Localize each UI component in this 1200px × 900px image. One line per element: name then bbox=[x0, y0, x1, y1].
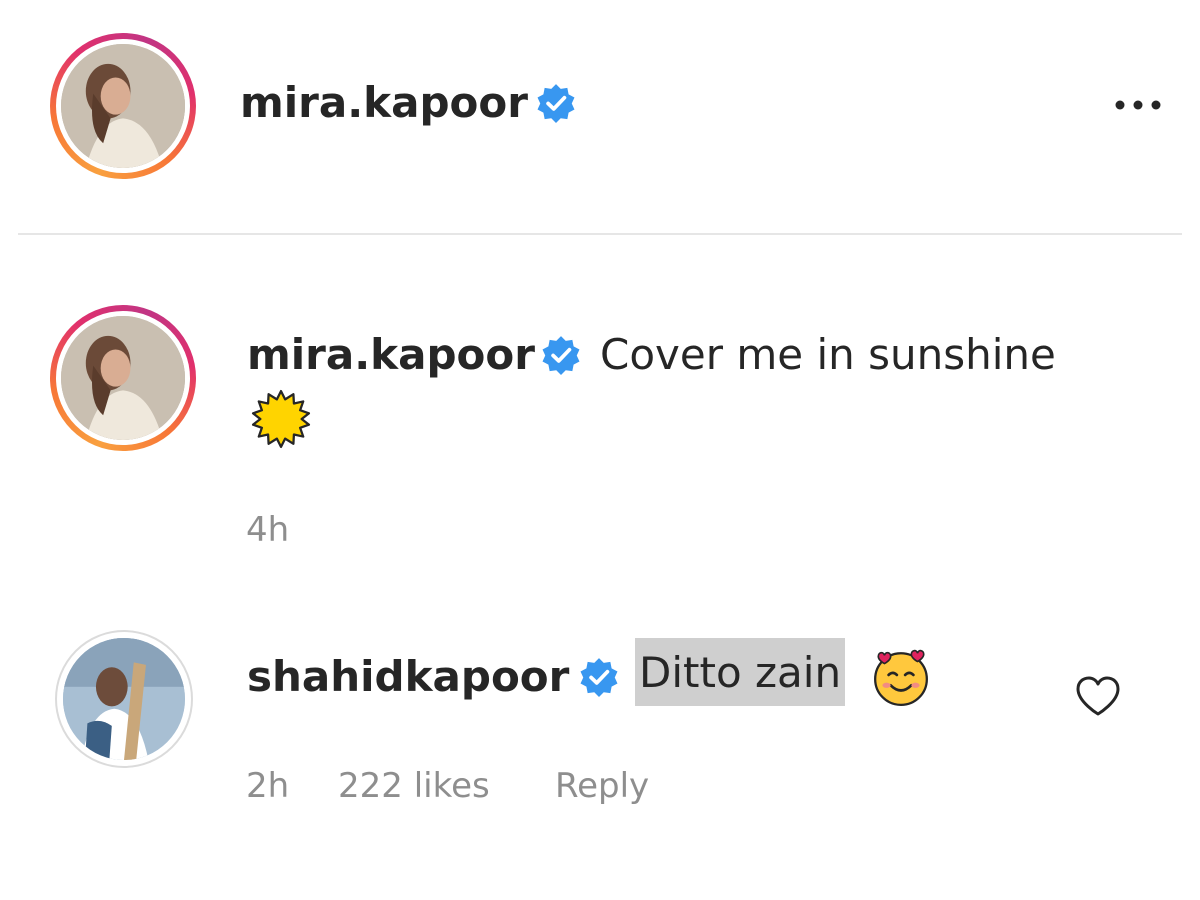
verified-badge-icon bbox=[578, 656, 620, 698]
header-avatar[interactable] bbox=[50, 33, 196, 179]
reply-button[interactable]: Reply bbox=[555, 766, 649, 806]
comment-username[interactable]: shahidkapoor bbox=[247, 652, 569, 701]
profile-photo bbox=[61, 44, 185, 168]
profile-photo bbox=[61, 316, 185, 440]
instagram-post-comments: mira.kapoor mira.kapoor Cover me in suns… bbox=[0, 0, 1200, 900]
comment-timestamp[interactable]: 2h bbox=[246, 766, 289, 806]
more-horizontal-icon bbox=[1115, 100, 1161, 110]
verified-badge-icon bbox=[540, 334, 582, 376]
verified-badge-icon bbox=[535, 82, 577, 124]
comment-text-highlighted: Ditto zain bbox=[635, 638, 846, 706]
header-username[interactable]: mira.kapoor bbox=[240, 78, 528, 127]
caption-username[interactable]: mira.kapoor bbox=[247, 330, 535, 379]
caption-timestamp[interactable]: 4h bbox=[246, 510, 289, 550]
comment-avatar[interactable] bbox=[55, 630, 193, 768]
divider bbox=[18, 233, 1182, 235]
sun-emoji-icon bbox=[250, 388, 312, 450]
like-comment-button[interactable] bbox=[1072, 672, 1124, 720]
post-header: mira.kapoor bbox=[0, 0, 1200, 210]
comment-likes-count[interactable]: 222 likes bbox=[338, 766, 490, 806]
profile-photo bbox=[63, 638, 185, 760]
more-options-button[interactable] bbox=[1108, 90, 1168, 120]
heart-outline-icon bbox=[1076, 676, 1120, 716]
caption-avatar[interactable] bbox=[50, 305, 196, 451]
caption-text: Cover me in sunshine bbox=[600, 330, 1056, 379]
smiling-face-with-hearts-icon bbox=[870, 646, 932, 708]
